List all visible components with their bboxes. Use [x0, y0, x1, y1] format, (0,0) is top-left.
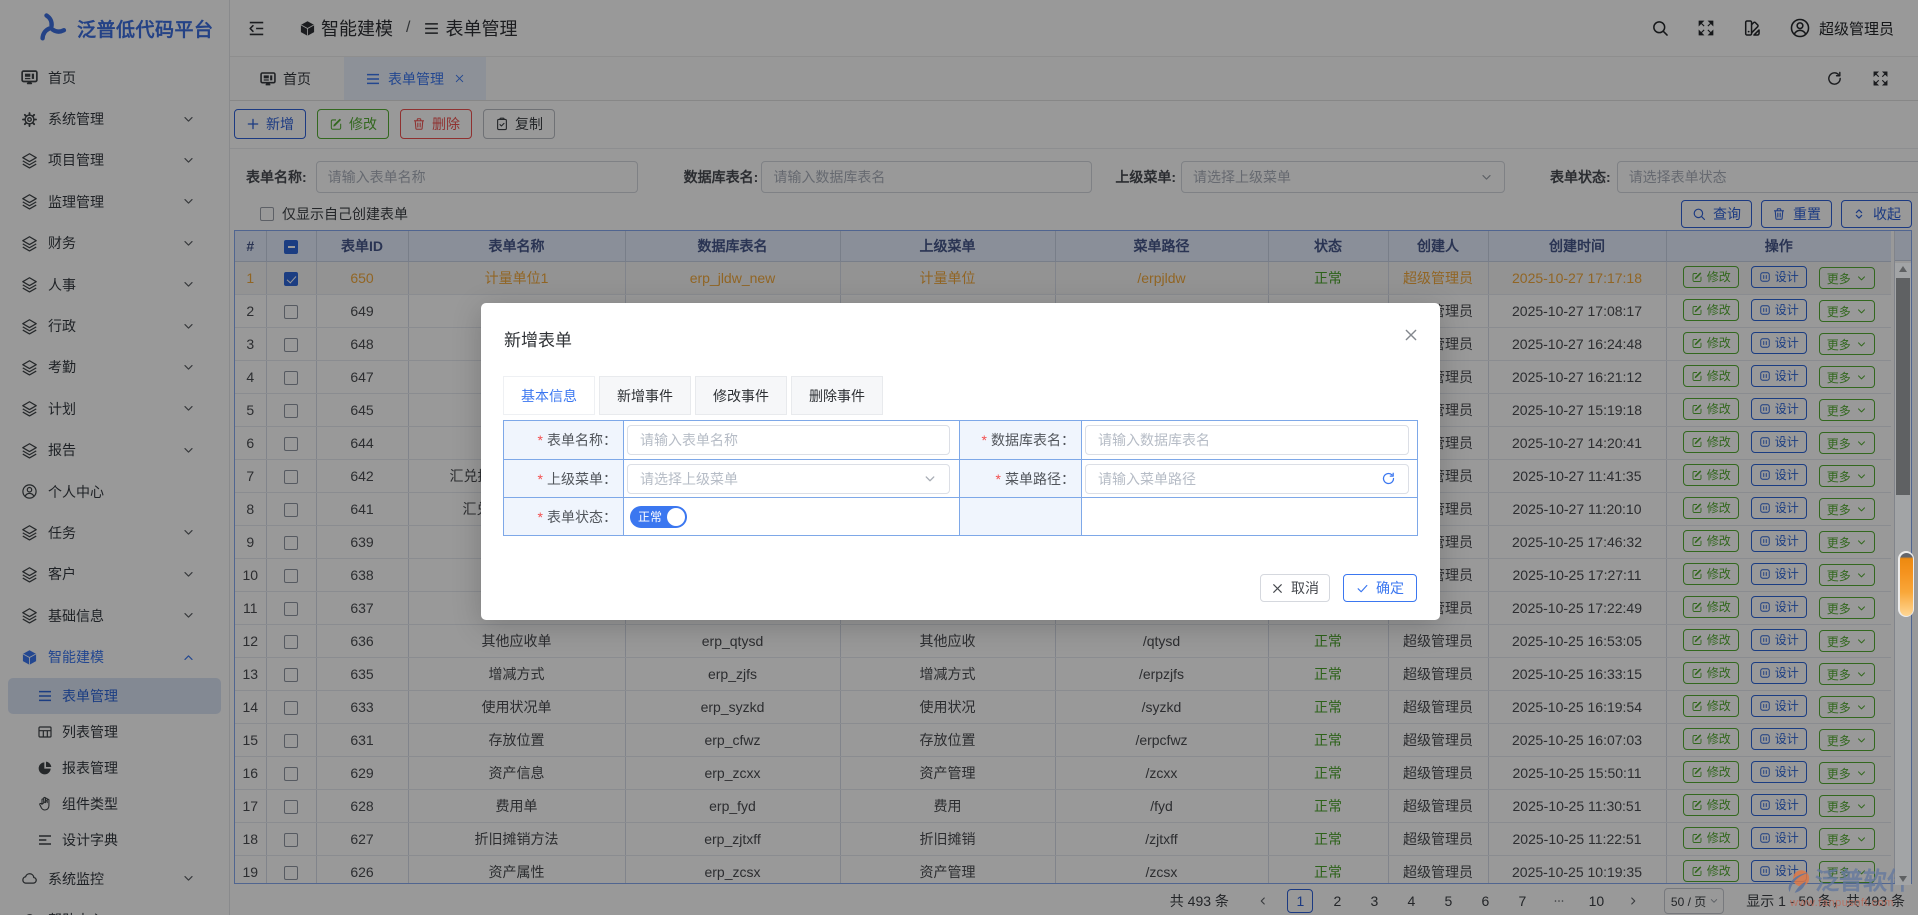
dialog-parent-menu-select[interactable]: 请选择上级菜单 — [627, 464, 950, 494]
field-label: 菜单路径： — [1005, 469, 1075, 489]
required-mark: * — [538, 432, 543, 448]
placeholder-text: 请输入数据库表名 — [1098, 430, 1396, 450]
scroll-up-arrow-icon[interactable] — [1899, 266, 1907, 272]
dialog-tab-删除事件[interactable]: 删除事件 — [791, 376, 883, 415]
dialog-tab-基本信息[interactable]: 基本信息 — [503, 376, 595, 415]
dialog-header: 新增表单 — [481, 303, 1440, 351]
dialog-tabs: 基本信息新增事件修改事件删除事件 — [481, 376, 1440, 415]
required-mark: * — [538, 509, 543, 525]
refresh-icon[interactable] — [1381, 471, 1396, 486]
placeholder-text: 请输入表单名称 — [640, 430, 937, 450]
form-status-toggle[interactable]: 正常 — [630, 506, 687, 528]
toggle-label: 正常 — [638, 508, 662, 525]
placeholder-text: 请选择上级菜单 — [640, 469, 923, 489]
button-label: 取消 — [1291, 578, 1319, 598]
dialog-form-name-input[interactable]: 请输入表单名称 — [627, 425, 950, 455]
dialog-form: *表单名称： 请输入表单名称 *数据库表名： 请输入数据库表名 *上级菜单： 请… — [503, 420, 1418, 536]
toggle-knob — [667, 508, 685, 526]
scrollbar-thumb[interactable] — [1896, 278, 1910, 495]
field-label: 表单状态： — [547, 507, 617, 527]
required-mark: * — [538, 471, 543, 487]
scroll-handle[interactable] — [1898, 551, 1914, 617]
required-mark: * — [982, 432, 987, 448]
field-label: 上级菜单： — [547, 469, 617, 489]
confirm-button[interactable]: 确定 — [1343, 574, 1417, 602]
add-form-dialog: 新增表单 基本信息新增事件修改事件删除事件 *表单名称： 请输入表单名称 *数据… — [481, 303, 1440, 620]
scroll-down-arrow-icon[interactable] — [1899, 876, 1907, 882]
close-icon — [1271, 582, 1284, 595]
scroll-handle-core — [1900, 553, 1913, 616]
dialog-tab-修改事件[interactable]: 修改事件 — [695, 376, 787, 415]
dialog-title: 新增表单 — [504, 331, 572, 350]
chevron-down-icon — [923, 472, 937, 486]
close-dialog-icon[interactable] — [1403, 327, 1419, 343]
dialog-footer: 取消 确定 — [1247, 574, 1417, 602]
field-label: 表单名称： — [547, 430, 617, 450]
required-mark: * — [996, 471, 1001, 487]
dialog-menu-path-input[interactable]: 请输入菜单路径 — [1085, 464, 1409, 494]
cancel-button[interactable]: 取消 — [1260, 574, 1330, 602]
dialog-tab-新增事件[interactable]: 新增事件 — [599, 376, 691, 415]
check-icon — [1356, 582, 1369, 595]
field-label: 数据库表名： — [991, 430, 1075, 450]
dialog-db-name-input[interactable]: 请输入数据库表名 — [1085, 425, 1409, 455]
placeholder-text: 请输入菜单路径 — [1098, 469, 1381, 489]
button-label: 确定 — [1376, 578, 1404, 598]
